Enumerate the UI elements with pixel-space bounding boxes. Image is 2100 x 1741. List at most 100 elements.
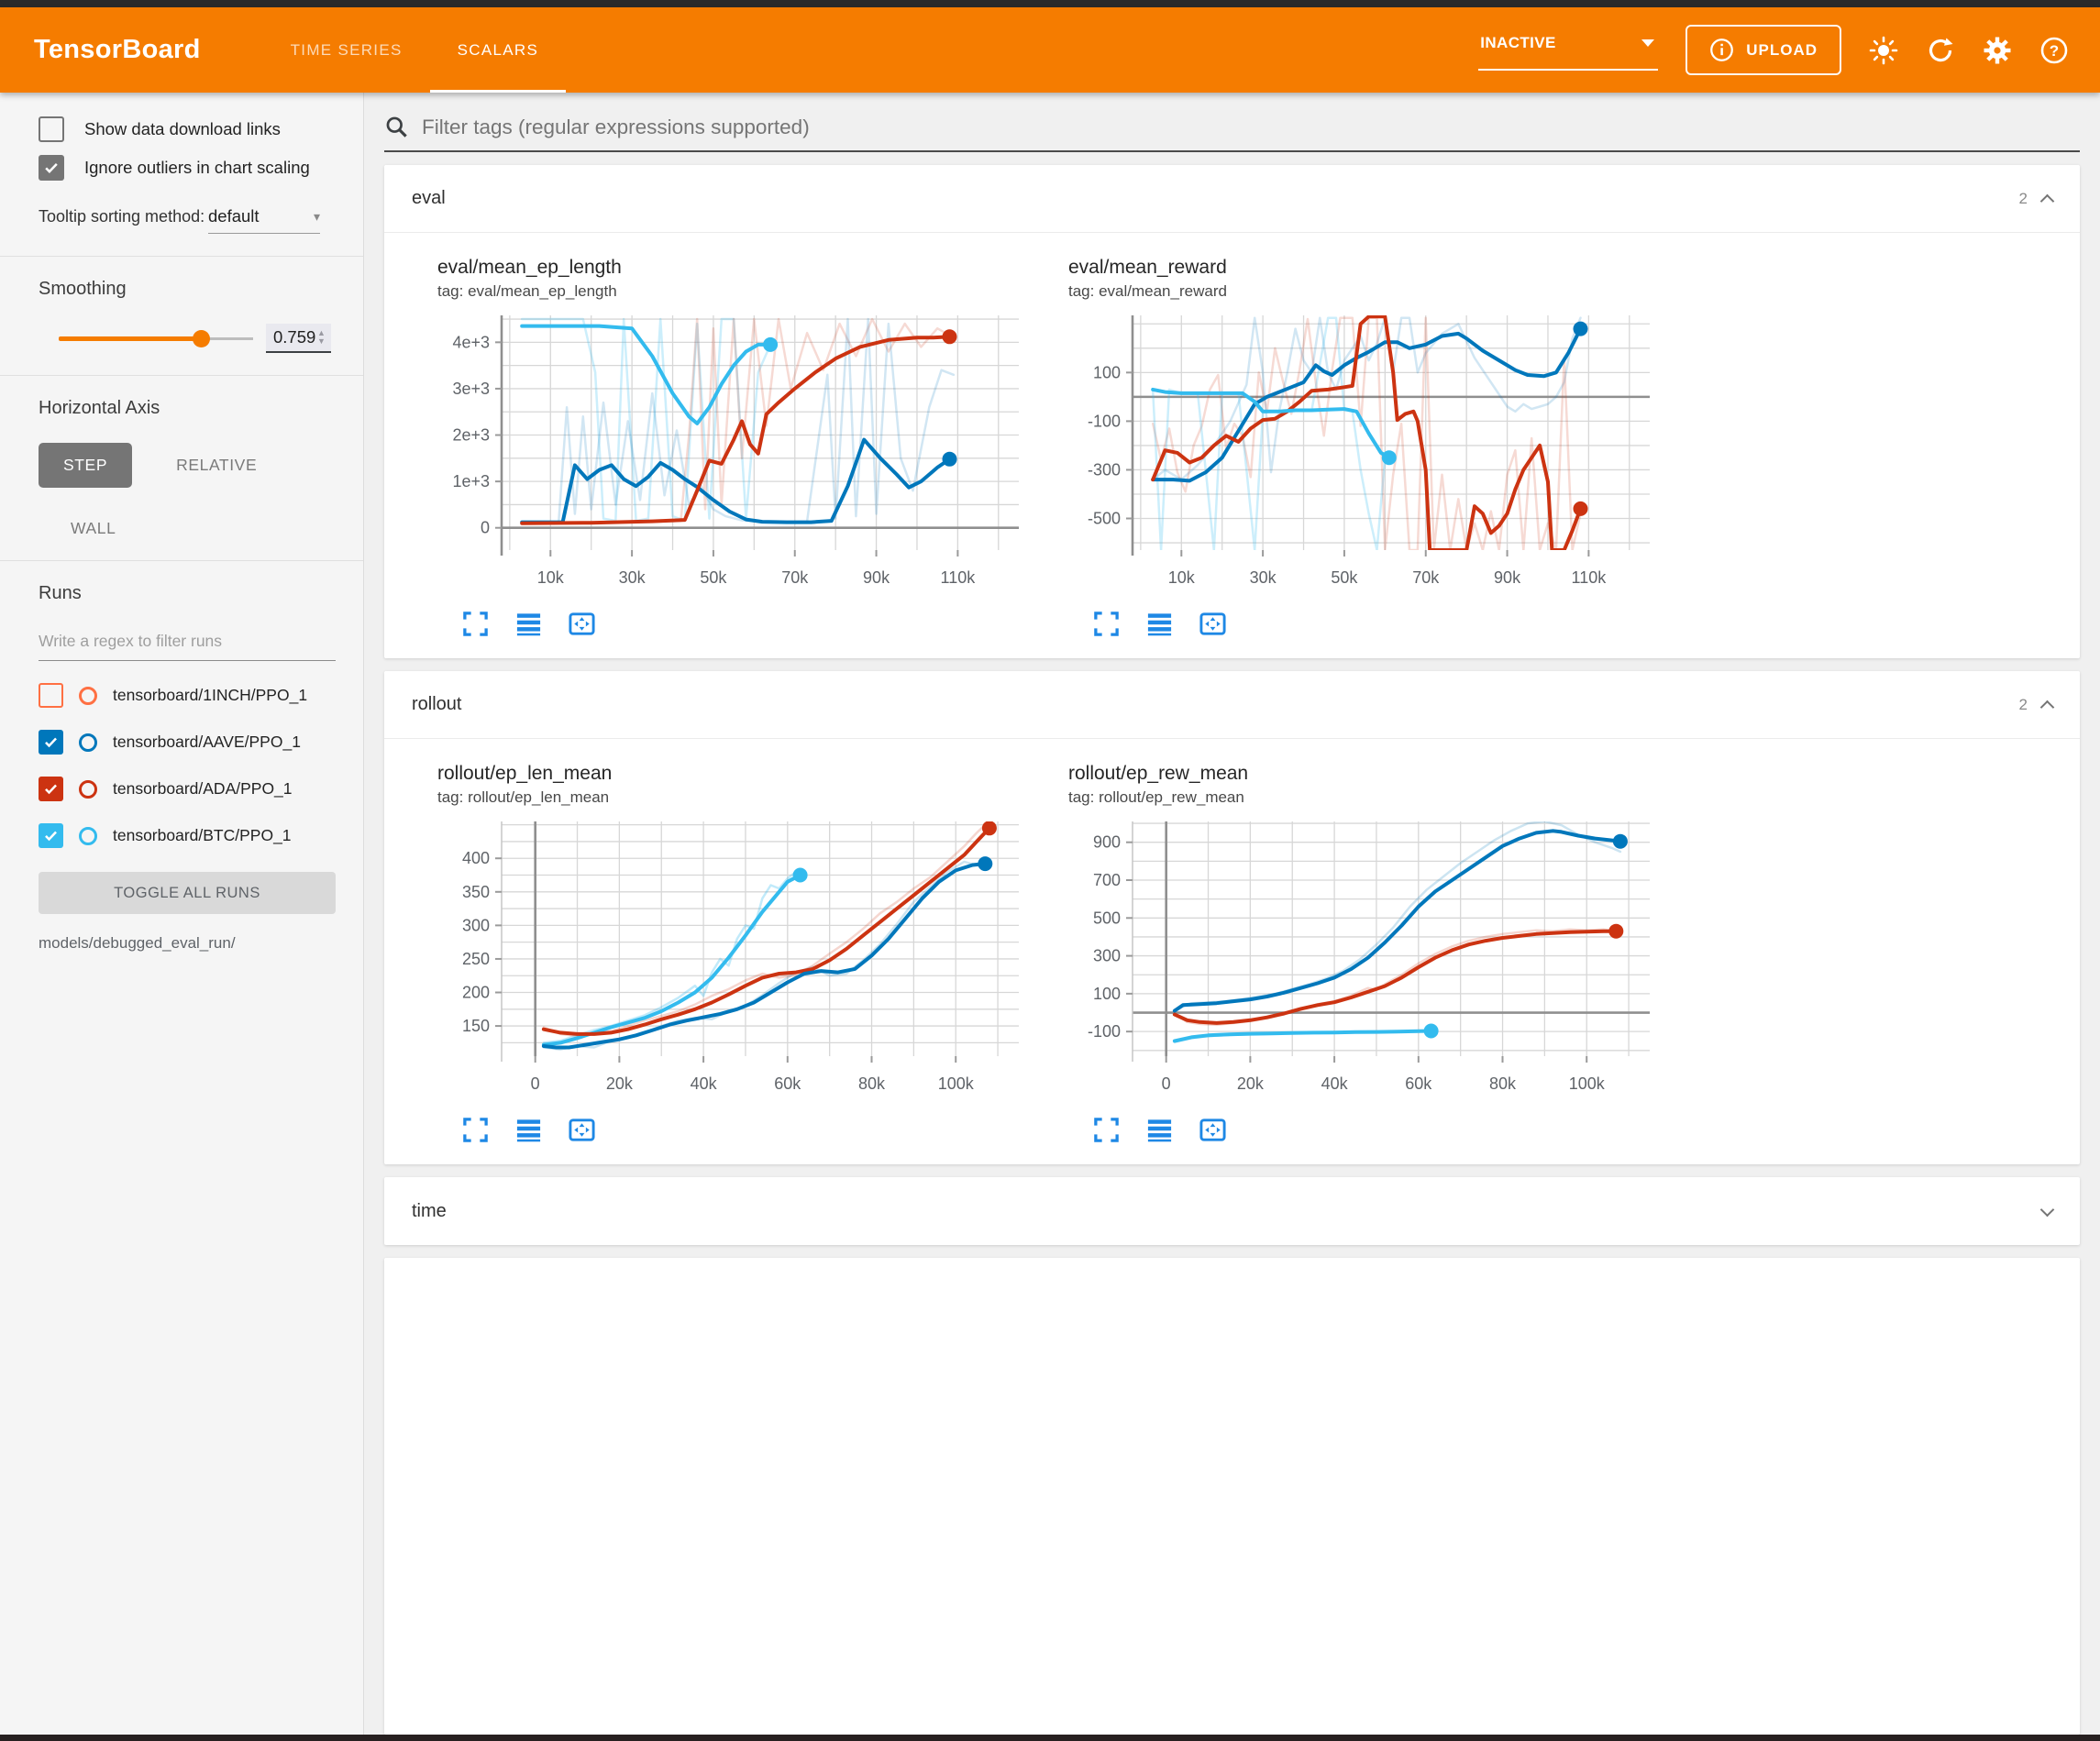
toggle-all-runs-button[interactable]: TOGGLE ALL RUNS: [39, 872, 336, 914]
data-table-icon[interactable]: [1145, 610, 1174, 638]
run-row[interactable]: tensorboard/BTC/PPO_1: [39, 823, 336, 848]
section-title: eval: [412, 188, 2019, 209]
runs-filter-input[interactable]: [39, 628, 336, 661]
upload-label: UPLOAD: [1746, 41, 1818, 60]
svg-text:50k: 50k: [1331, 568, 1358, 587]
show-download-links-label: Show data download links: [84, 119, 281, 139]
svg-text:40k: 40k: [691, 1074, 718, 1093]
svg-text:20k: 20k: [1237, 1074, 1265, 1093]
section-header-rollout[interactable]: rollout 2: [384, 671, 2080, 739]
axis-wall-button[interactable]: WALL: [71, 519, 116, 538]
run-checkbox[interactable]: [39, 777, 63, 801]
chart-card-rollout-ep-rew-mean: rollout/ep_rew_mean tag: rollout/ep_rew_…: [1068, 763, 1675, 1144]
tab-time-series[interactable]: TIME SERIES: [263, 7, 430, 93]
fit-domain-icon[interactable]: [1199, 1116, 1227, 1144]
section-card-eval: eval 2 eval/mean_ep_length tag: eval/mea…: [384, 165, 2080, 658]
fit-domain-icon[interactable]: [568, 1116, 596, 1144]
chart-toolbar: [1092, 610, 1675, 638]
fullscreen-icon[interactable]: [461, 1116, 490, 1144]
chart-toolbar: [461, 1116, 1044, 1144]
run-checkbox[interactable]: [39, 683, 63, 708]
chevron-down-icon: ▾: [314, 209, 320, 225]
upload-button[interactable]: UPLOAD: [1686, 25, 1841, 75]
settings-gear-icon[interactable]: [1983, 36, 2012, 65]
chevron-up-icon[interactable]: [2040, 700, 2055, 715]
svg-text:100: 100: [1093, 985, 1121, 1003]
svg-text:80k: 80k: [858, 1074, 886, 1093]
chart-card-rollout-ep-len-mean: rollout/ep_len_mean tag: rollout/ep_len_…: [437, 763, 1044, 1144]
run-row[interactable]: tensorboard/1INCH/PPO_1: [39, 683, 336, 708]
tooltip-sorting-label: Tooltip sorting method:: [39, 204, 208, 228]
help-icon[interactable]: ?: [2039, 36, 2069, 65]
ignore-outliers-label: Ignore outliers in chart scaling: [84, 158, 310, 178]
smoothing-label: Smoothing: [39, 279, 336, 300]
sync-status-dropdown[interactable]: INACTIVE: [1478, 30, 1658, 71]
section-header-eval[interactable]: eval 2: [384, 165, 2080, 233]
svg-text:-100: -100: [1088, 412, 1121, 430]
run-color-radio[interactable]: [79, 687, 97, 705]
stepper-icons[interactable]: ▲▼: [315, 329, 327, 346]
tooltip-sorting-select[interactable]: default ▾: [208, 206, 320, 234]
filter-tags-row[interactable]: [384, 115, 2080, 152]
filter-tags-input[interactable]: [422, 116, 2080, 139]
ignore-outliers-checkbox[interactable]: [39, 155, 64, 181]
axis-relative-button[interactable]: RELATIVE: [176, 456, 257, 475]
scalar-chart-canvas[interactable]: 10k30k50k70k90k110k01e+32e+33e+34e+3: [437, 312, 1044, 606]
data-table-icon[interactable]: [514, 610, 543, 638]
refresh-icon[interactable]: [1926, 36, 1955, 65]
dashboard-main: eval 2 eval/mean_ep_length tag: eval/mea…: [364, 93, 2100, 1735]
check-icon: [42, 159, 61, 177]
run-color-radio[interactable]: [79, 827, 97, 845]
chart-title: rollout/ep_rew_mean: [1068, 763, 1675, 785]
fit-domain-icon[interactable]: [568, 610, 596, 638]
runs-list: tensorboard/1INCH/PPO_1 tensorboard/AAVE/…: [39, 683, 336, 848]
brightness-icon[interactable]: [1869, 36, 1898, 65]
svg-text:3e+3: 3e+3: [452, 380, 490, 398]
chart-toolbar: [461, 610, 1044, 638]
data-table-icon[interactable]: [1145, 1116, 1174, 1144]
header-tabs: TIME SERIES SCALARS: [263, 7, 566, 93]
app-title: TensorBoard: [34, 35, 201, 65]
data-table-icon[interactable]: [514, 1116, 543, 1144]
svg-text:80k: 80k: [1489, 1074, 1517, 1093]
scalar-chart-canvas[interactable]: 10k30k50k70k90k110k100-100-300-500: [1068, 312, 1675, 606]
svg-text:10k: 10k: [537, 568, 565, 587]
svg-text:300: 300: [1093, 947, 1121, 965]
chart-title: eval/mean_ep_length: [437, 257, 1044, 279]
smoothing-value-box[interactable]: ▲▼: [266, 324, 331, 353]
chart-card-eval-mean-ep-length: eval/mean_ep_length tag: eval/mean_ep_le…: [437, 257, 1044, 638]
show-download-links-row[interactable]: Show data download links: [39, 116, 336, 142]
svg-text:70k: 70k: [781, 568, 809, 587]
smoothing-slider-knob[interactable]: [193, 330, 210, 347]
svg-text:350: 350: [462, 883, 490, 901]
section-header-time[interactable]: time: [384, 1177, 2080, 1245]
fullscreen-icon[interactable]: [1092, 1116, 1121, 1144]
fullscreen-icon[interactable]: [461, 610, 490, 638]
fit-domain-icon[interactable]: [1199, 610, 1227, 638]
run-row[interactable]: tensorboard/AAVE/PPO_1: [39, 730, 336, 755]
runs-logdir-label: models/debugged_eval_run/: [39, 934, 336, 953]
show-download-links-checkbox[interactable]: [39, 116, 64, 142]
smoothing-value-input[interactable]: [273, 327, 315, 347]
scalar-chart-canvas[interactable]: 020k40k60k80k100k150200250300350400: [437, 818, 1044, 1112]
section-count: 2: [2019, 190, 2028, 208]
run-label: tensorboard/ADA/PPO_1: [113, 779, 293, 799]
fullscreen-icon[interactable]: [1092, 610, 1121, 638]
scalar-chart-canvas[interactable]: 020k40k60k80k100k-100100300500700900: [1068, 818, 1675, 1112]
axis-step-button[interactable]: STEP: [39, 443, 132, 488]
smoothing-slider[interactable]: [59, 329, 253, 347]
run-row[interactable]: tensorboard/ADA/PPO_1: [39, 777, 336, 801]
run-checkbox[interactable]: [39, 823, 63, 848]
svg-text:150: 150: [462, 1017, 490, 1035]
window-chrome-strip: [0, 1735, 2100, 1741]
svg-text:2e+3: 2e+3: [452, 426, 490, 445]
chevron-up-icon[interactable]: [2040, 194, 2055, 209]
settings-sidebar: Show data download links Ignore outliers…: [0, 93, 364, 1735]
tab-scalars[interactable]: SCALARS: [430, 7, 566, 93]
ignore-outliers-row[interactable]: Ignore outliers in chart scaling: [39, 155, 336, 181]
run-color-radio[interactable]: [79, 780, 97, 799]
run-color-radio[interactable]: [79, 733, 97, 752]
svg-text:300: 300: [462, 916, 490, 934]
chevron-down-icon[interactable]: [2040, 1202, 2055, 1217]
run-checkbox[interactable]: [39, 730, 63, 755]
